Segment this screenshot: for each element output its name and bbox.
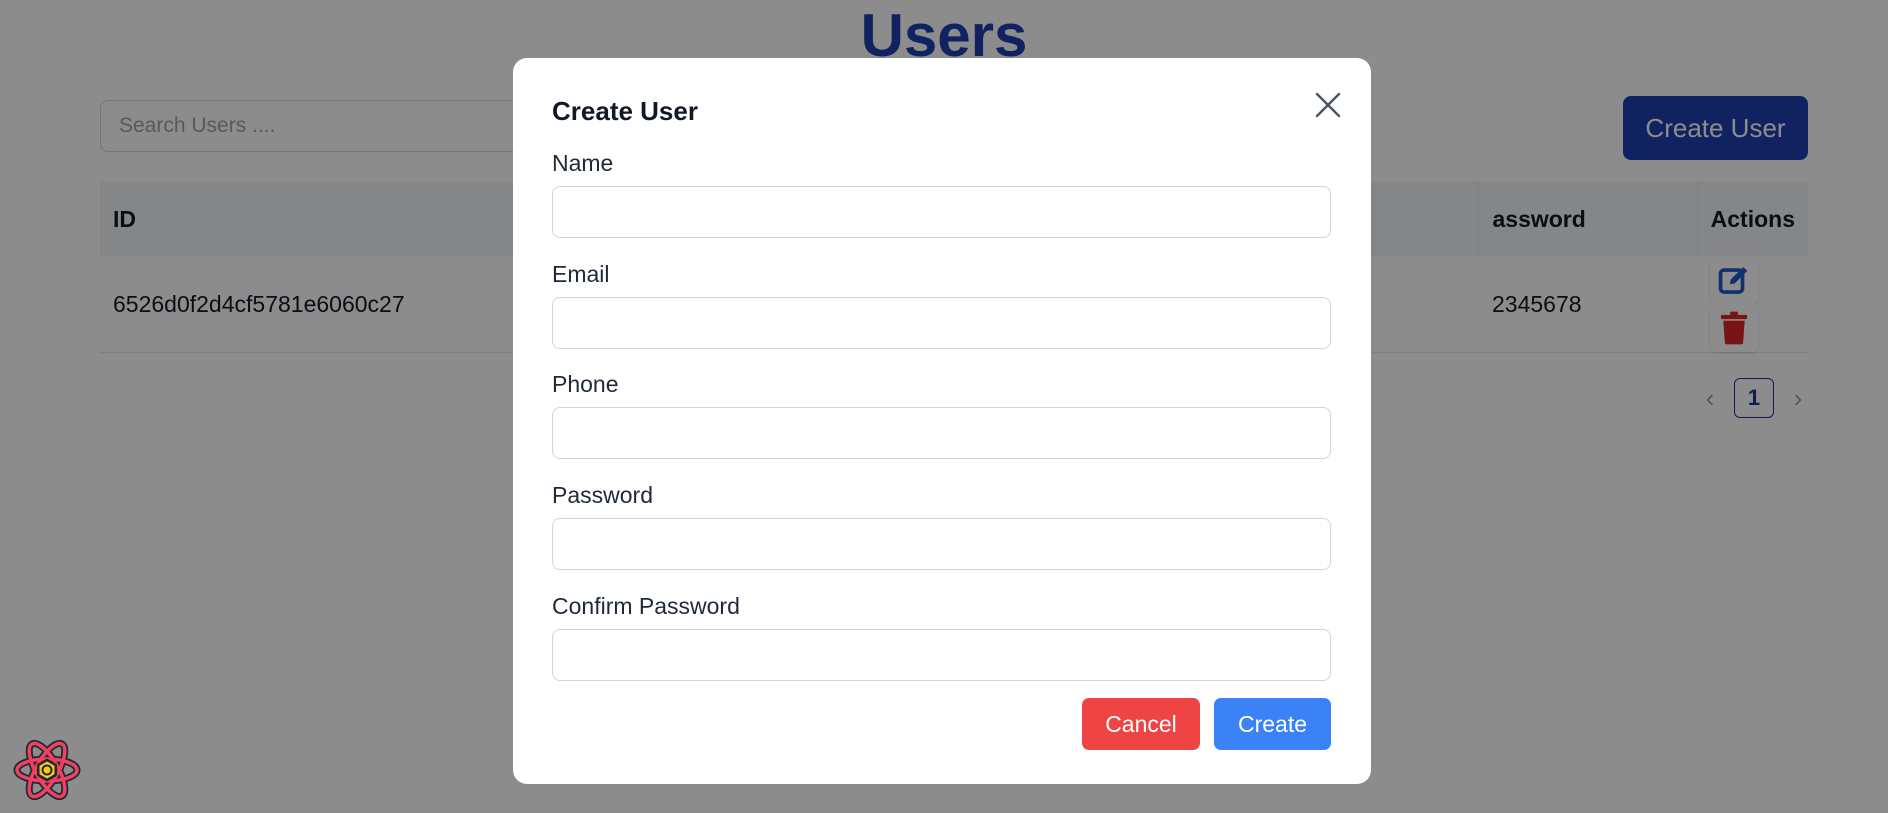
email-input[interactable] xyxy=(552,297,1331,349)
password-field: Password xyxy=(552,480,1331,570)
create-user-modal: Create User Name Email Phone Password Co… xyxy=(513,58,1371,784)
phone-field: Phone xyxy=(552,369,1331,459)
email-label: Email xyxy=(552,261,610,287)
cancel-button[interactable]: Cancel xyxy=(1082,698,1200,750)
react-logo-icon xyxy=(13,739,81,801)
confirm-password-input[interactable] xyxy=(552,629,1331,681)
modal-title: Create User xyxy=(552,96,698,126)
password-label: Password xyxy=(552,482,653,508)
confirm-password-label: Confirm Password xyxy=(552,593,740,619)
name-label: Name xyxy=(552,150,614,176)
create-button[interactable]: Create xyxy=(1214,698,1331,750)
email-field: Email xyxy=(552,259,1331,349)
password-input[interactable] xyxy=(552,518,1331,570)
confirm-password-field: Confirm Password xyxy=(552,591,1331,681)
phone-label: Phone xyxy=(552,371,619,397)
phone-input[interactable] xyxy=(552,407,1331,459)
name-field: Name xyxy=(552,148,1331,238)
name-input[interactable] xyxy=(552,186,1331,238)
close-icon[interactable] xyxy=(1313,90,1343,120)
